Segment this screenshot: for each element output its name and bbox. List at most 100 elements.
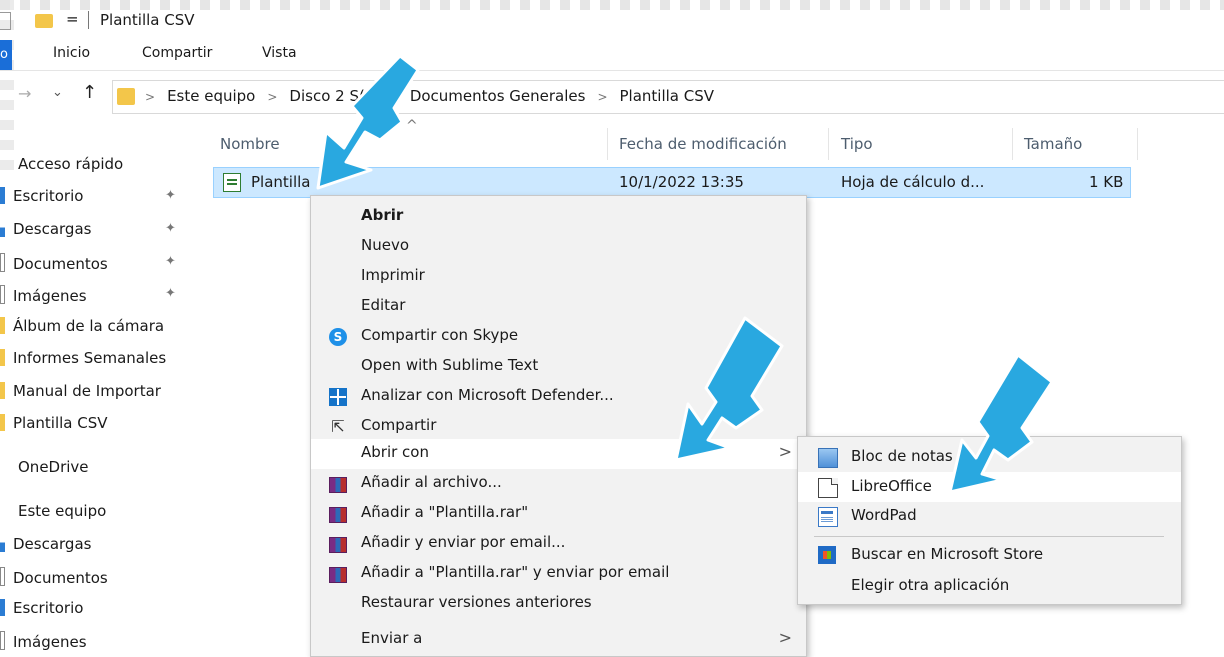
folder-icon: [0, 349, 5, 366]
submenu-item-microsoft-store[interactable]: Buscar en Microsoft Store: [798, 540, 1181, 570]
column-header-type[interactable]: Tipo: [841, 128, 873, 160]
desktop-icon: [0, 187, 5, 204]
submenu-item-bloc-notas[interactable]: Bloc de notas: [798, 442, 1181, 472]
wordpad-icon: [818, 507, 838, 527]
column-header-name[interactable]: Nombre: [220, 128, 280, 160]
sidebar-onedrive[interactable]: OneDrive: [18, 458, 89, 476]
submenu-item-label: Buscar en Microsoft Store: [851, 545, 1044, 563]
menu-item-label: Editar: [361, 296, 406, 314]
chevron-right-icon: >: [145, 90, 156, 104]
forward-arrow-icon[interactable]: →: [18, 84, 31, 103]
column-divider[interactable]: [1012, 128, 1013, 160]
column-divider[interactable]: [1137, 128, 1138, 160]
transparency-border-top: [0, 0, 1224, 10]
chevron-right-icon: >: [778, 628, 792, 647]
menu-item-label: Abrir: [361, 206, 404, 224]
winrar-icon: [329, 507, 347, 523]
ribbon: o Inicio Compartir Vista: [0, 40, 1224, 71]
menu-item-anadir-archivo[interactable]: Añadir al archivo...: [311, 469, 806, 499]
sidebar-pc-documentos[interactable]: Documentos: [0, 567, 108, 587]
folder-icon: [117, 88, 135, 105]
sidebar-item-label: Escritorio: [13, 599, 84, 617]
tab-file[interactable]: o: [0, 40, 12, 70]
sidebar-item-label: Documentos: [13, 255, 108, 273]
sidebar-item-imagenes[interactable]: Imágenes ✦: [0, 285, 176, 305]
menu-item-abrir-con[interactable]: Abrir con >: [311, 439, 806, 469]
recent-locations-chevron-icon[interactable]: ⌄: [52, 85, 63, 100]
winrar-icon: [329, 537, 347, 553]
download-icon: [0, 535, 5, 552]
breadcrumb-disco-2[interactable]: Disco 2 S(:): [289, 87, 375, 105]
sidebar-item-label: Plantilla CSV: [13, 414, 108, 432]
tab-inicio[interactable]: Inicio: [53, 45, 90, 61]
submenu-item-label: Elegir otra aplicación: [851, 576, 1010, 594]
sidebar-item-label: Manual de Importar: [13, 382, 161, 400]
up-arrow-icon[interactable]: ↑: [82, 82, 97, 103]
title-separator: [88, 11, 89, 29]
menu-item-nuevo[interactable]: Nuevo: [311, 232, 806, 262]
tab-vista[interactable]: Vista: [262, 45, 297, 61]
menu-item-defender[interactable]: Analizar con Microsoft Defender...: [311, 382, 806, 412]
column-header-size[interactable]: Tamaño: [1024, 128, 1082, 160]
breadcrumb-plantilla-csv[interactable]: Plantilla CSV: [620, 87, 715, 105]
sidebar-item-manual-importar[interactable]: Manual de Importar: [0, 382, 161, 400]
menu-item-compartir[interactable]: ⇱ Compartir: [311, 412, 806, 442]
context-menu: Abrir Nuevo Imprimir Editar S Compartir c…: [310, 195, 807, 657]
sidebar-pc-descargas[interactable]: Descargas: [0, 535, 91, 553]
menu-item-editar[interactable]: Editar: [311, 292, 806, 322]
breadcrumb-documentos-generales[interactable]: Documentos Generales: [410, 87, 586, 105]
share-icon: ⇱: [331, 417, 345, 436]
folder-icon: [0, 382, 5, 399]
sidebar-item-label: Escritorio: [13, 187, 84, 205]
menu-item-imprimir[interactable]: Imprimir: [311, 262, 806, 292]
submenu-divider: [814, 536, 1164, 537]
file-name: Plantilla: [251, 173, 311, 191]
chevron-right-icon: >: [267, 90, 278, 104]
defender-shield-icon: [329, 388, 347, 406]
menu-item-abrir[interactable]: Abrir: [311, 202, 806, 232]
quick-access-toolbar-icon[interactable]: =: [66, 10, 79, 28]
column-header-modified[interactable]: Fecha de modificación: [619, 128, 787, 160]
sidebar-this-pc[interactable]: Este equipo: [18, 502, 106, 520]
winrar-icon: [329, 567, 347, 583]
menu-item-anadir-rar-email[interactable]: Añadir a "Plantilla.rar" y enviar por em…: [311, 559, 806, 589]
sidebar-pc-imagenes[interactable]: Imágenes: [0, 631, 87, 651]
tab-compartir[interactable]: Compartir: [142, 45, 212, 61]
menu-item-sublime[interactable]: Open with Sublime Text: [311, 352, 806, 382]
sidebar-item-descargas[interactable]: Descargas ✦: [0, 220, 176, 238]
submenu-item-libreoffice[interactable]: LibreOffice: [798, 472, 1181, 502]
menu-item-label: Añadir a "Plantilla.rar" y enviar por em…: [361, 563, 670, 581]
menu-item-enviar-a[interactable]: Enviar a >: [311, 625, 806, 655]
file-modified: 10/1/2022 13:35: [619, 173, 744, 191]
sidebar-item-label: Documentos: [13, 569, 108, 587]
notepad-icon: [818, 448, 838, 468]
sidebar-item-album-camara[interactable]: Álbum de la cámara: [0, 317, 164, 335]
pictures-icon: [0, 631, 5, 650]
menu-item-anadir-email[interactable]: Añadir y enviar por email...: [311, 529, 806, 559]
submenu-item-elegir-otra[interactable]: Elegir otra aplicación: [798, 571, 1181, 601]
breadcrumb-este-equipo[interactable]: Este equipo: [167, 87, 255, 105]
folder-icon: [0, 317, 5, 334]
sort-caret-icon: ^: [406, 118, 418, 134]
menu-item-anadir-rar[interactable]: Añadir a "Plantilla.rar": [311, 499, 806, 529]
address-bar[interactable]: > Este equipo > Disco 2 S(:) > Documentos Gen…: [112, 80, 1224, 114]
menu-item-restaurar[interactable]: Restaurar versiones anteriores: [311, 589, 806, 619]
sidebar-quick-access[interactable]: Acceso rápido: [18, 155, 123, 173]
column-divider[interactable]: [607, 128, 608, 160]
menu-item-label: Añadir y enviar por email...: [361, 533, 566, 551]
sidebar-item-informes-semanales[interactable]: Informes Semanales: [0, 349, 166, 367]
column-divider[interactable]: [828, 128, 829, 160]
menu-item-compartir-skype[interactable]: S Compartir con Skype: [311, 322, 806, 352]
microsoft-store-icon: [818, 546, 836, 564]
document-icon: [0, 253, 5, 272]
title-bar: = Plantilla CSV: [0, 10, 1224, 36]
menu-item-label: Abrir con: [361, 443, 429, 461]
pin-icon: ✦: [165, 221, 176, 236]
sidebar-item-plantilla-csv[interactable]: Plantilla CSV: [0, 414, 108, 432]
sidebar-item-escritorio[interactable]: Escritorio ✦: [0, 187, 176, 205]
sidebar-pc-escritorio[interactable]: Escritorio: [0, 599, 83, 617]
file-row-selected[interactable]: Plantilla 10/1/2022 13:35 Hoja de cálcul…: [213, 167, 1131, 198]
submenu-item-wordpad[interactable]: WordPad: [798, 501, 1181, 531]
sidebar-item-documentos[interactable]: Documentos ✦: [0, 253, 176, 273]
document-icon: [0, 567, 5, 586]
